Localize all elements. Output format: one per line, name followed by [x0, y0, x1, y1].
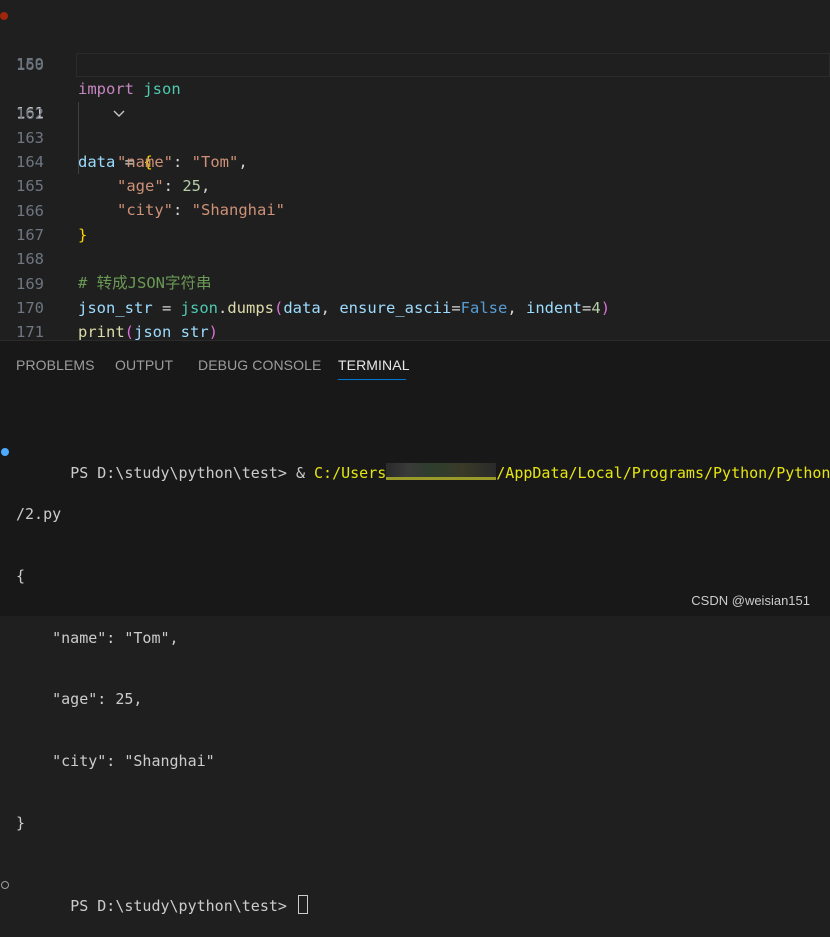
code-line[interactable]: 159: [0, 4, 830, 73]
fold-chevron-icon[interactable]: [56, 78, 125, 117]
terminal-path: C:/Users: [314, 463, 387, 482]
terminal-line: "name": "Tom",: [0, 628, 830, 649]
code-line[interactable]: 162 data = {: [0, 78, 830, 171]
code-line[interactable]: 160 import json: [0, 29, 830, 98]
command-success-dot-icon[interactable]: [1, 448, 9, 457]
breakpoint-dot[interactable]: [0, 12, 8, 20]
terminal-prompt: PS D:\study\python\test>: [70, 897, 296, 916]
terminal-prompt: PS D:\study\python\test>: [70, 463, 296, 482]
terminal-path-wrap: /2.py: [16, 504, 62, 523]
tab-output[interactable]: OUTPUT: [115, 357, 173, 373]
terminal[interactable]: PS D:\study\python\test> & C:/Users/AppD…: [0, 401, 830, 936]
code-line[interactable]: 167: [0, 199, 830, 244]
terminal-line[interactable]: PS D:\study\python\test>: [0, 875, 830, 915]
code-line[interactable]: 164 "age": 25,: [0, 126, 830, 195]
redacted-username: [386, 462, 497, 480]
code-line[interactable]: 166 }: [0, 175, 830, 244]
terminal-line: {: [0, 566, 830, 587]
code-line[interactable]: 169 json_str = json.dumps(data, ensure_a…: [0, 248, 830, 317]
terminal-line: "city": "Shanghai": [0, 751, 830, 772]
terminal-path: /AppData/Local/Programs/Python/Python313: [496, 463, 830, 482]
code-editor[interactable]: 159 160 import json 161 162 data = { 163…: [0, 0, 830, 340]
code-line[interactable]: 171: [0, 296, 830, 340]
code-line[interactable]: 172: [0, 321, 830, 340]
code-line[interactable]: 165 "city": "Shanghai": [0, 150, 830, 219]
terminal-line: }: [0, 813, 830, 834]
panel-tabs: PROBLEMS OUTPUT DEBUG CONSOLE TERMINAL: [0, 341, 830, 383]
code-line[interactable]: 170 print(json_str): [0, 272, 830, 340]
terminal-line: /2.py: [0, 504, 830, 525]
watermark: CSDN @weisian151: [691, 593, 810, 608]
terminal-cursor: [297, 895, 308, 915]
terminal-output: "city": "Shanghai": [16, 752, 215, 771]
active-tab-indicator: [338, 379, 406, 380]
terminal-output: {: [16, 566, 26, 585]
terminal-output: "name": "Tom",: [16, 628, 179, 647]
tab-debug-console[interactable]: DEBUG CONSOLE: [198, 357, 321, 373]
tab-problems[interactable]: PROBLEMS: [16, 357, 95, 373]
terminal-output: }: [16, 813, 26, 832]
terminal-output: "age": 25,: [16, 690, 143, 709]
bottom-panel: PROBLEMS OUTPUT DEBUG CONSOLE TERMINAL P…: [0, 340, 830, 915]
terminal-line: "age": 25,: [0, 689, 830, 710]
current-line-highlight: [76, 53, 830, 77]
code-line[interactable]: 163 "name": "Tom",: [0, 102, 830, 171]
code-line-current[interactable]: 161: [0, 53, 830, 122]
tab-terminal[interactable]: TERMINAL: [338, 357, 410, 373]
code-line[interactable]: 168 # 转成JSON字符串: [0, 223, 830, 292]
terminal-operator: &: [295, 463, 315, 482]
terminal-line: PS D:\study\python\test> & C:/Users/AppD…: [0, 442, 830, 482]
command-idle-dot-icon[interactable]: [1, 880, 9, 889]
